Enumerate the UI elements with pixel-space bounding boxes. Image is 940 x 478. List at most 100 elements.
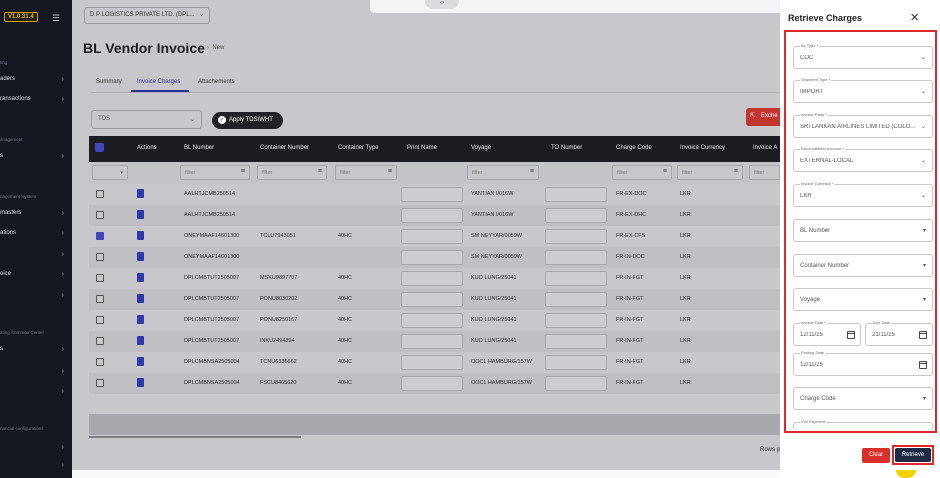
table-row[interactable]: AALHTJCMB250514 YANTIAN I/016W FR-EX-DHC… (89, 205, 780, 226)
to-number-input[interactable] (545, 187, 607, 202)
bl-type-select[interactable]: BL Type * COC ⌄ (793, 43, 933, 69)
row-checkbox[interactable] (96, 337, 104, 345)
table-row[interactable]: DPLCMBTUT2505007 MSKU9897707 40HC KUO LU… (89, 268, 780, 289)
table-row[interactable]: DPLCMBNSA2505004 FSCU8465620 40HC OOCL H… (89, 373, 780, 394)
calendar-icon[interactable] (919, 331, 927, 339)
print-name-input[interactable] (401, 250, 463, 265)
print-name-input[interactable] (401, 208, 463, 223)
voyage-filter[interactable]: filter ≡ (467, 165, 539, 180)
tab-invoice-charges[interactable]: Invoice Charges (137, 79, 180, 85)
invoice-currency-filter[interactable]: filter ≡ (677, 165, 743, 180)
expand-icon[interactable]: ‹› (425, 0, 459, 9)
document-icon[interactable] (137, 189, 144, 198)
row-checkbox[interactable] (96, 358, 104, 366)
invoice-amount-filter[interactable]: filter (749, 165, 780, 180)
column-header[interactable]: BL Number (184, 145, 214, 151)
sidebar-item[interactable]: s › (0, 153, 72, 160)
horizontal-scrollbar[interactable] (89, 436, 301, 438)
select-all-checkbox[interactable] (95, 143, 104, 152)
to-number-input[interactable] (545, 250, 607, 265)
bl-number-filter[interactable]: filter ≡ (180, 165, 250, 180)
row-checkbox[interactable] (96, 274, 104, 282)
calendar-icon[interactable] (847, 331, 855, 339)
document-icon[interactable] (137, 336, 144, 345)
retrieve-button[interactable]: Retrieve (895, 448, 931, 462)
row-checkbox[interactable] (96, 190, 104, 198)
row-checkbox[interactable] (96, 211, 104, 219)
due-date-field[interactable]: Due Date 21/11/25 (865, 320, 933, 346)
close-icon[interactable]: ✕ (910, 11, 919, 24)
column-header[interactable]: Container Type (338, 145, 379, 151)
print-name-input[interactable] (401, 292, 463, 307)
table-row[interactable]: ONEYMAAF14601300 SM NEYYAR/0059W FR-IN-D… (89, 247, 780, 268)
tds-select[interactable]: TDS ⌄ (91, 110, 202, 129)
row-select-filter[interactable]: ▾ (92, 165, 128, 180)
row-checkbox[interactable] (96, 295, 104, 303)
to-number-input[interactable] (545, 208, 607, 223)
print-name-input[interactable] (401, 355, 463, 370)
to-number-input[interactable] (545, 355, 607, 370)
print-name-input[interactable] (401, 376, 463, 391)
print-name-input[interactable] (401, 187, 463, 202)
document-icon[interactable] (137, 210, 144, 219)
document-icon[interactable] (137, 315, 144, 324)
to-number-input[interactable] (545, 271, 607, 286)
column-header[interactable]: Voyage (471, 145, 491, 151)
column-header[interactable]: Invoice Currency (680, 145, 725, 151)
sidebar-item[interactable]: aders › (0, 76, 72, 83)
document-icon[interactable] (137, 252, 144, 261)
row-checkbox[interactable] (96, 253, 104, 261)
to-number-input[interactable] (545, 334, 607, 349)
container-type-filter[interactable]: filter ≡ (335, 165, 397, 180)
table-row[interactable]: DPLCMBTUT2505007 PONU8250167 40HC KUO LU… (89, 310, 780, 331)
invoice-currency-select[interactable]: Invoice Currency * LKR ⌄ (793, 181, 933, 207)
shipment-type-select[interactable]: Shipment Type * IMPORT ⌄ (793, 77, 933, 103)
sidebar-item[interactable]: ations › (0, 230, 72, 237)
print-name-input[interactable] (401, 271, 463, 286)
row-checkbox[interactable] (96, 316, 104, 324)
document-icon[interactable] (137, 231, 144, 240)
voyage-select[interactable]: Voyage ▾ (793, 288, 933, 311)
table-row[interactable]: DPLCMBTUT2505007 PONU8030202 40HC KUO LU… (89, 289, 780, 310)
to-number-input[interactable] (545, 313, 607, 328)
container-number-filter[interactable]: filter ≡ (257, 165, 327, 180)
sidebar-item[interactable]: s › (0, 346, 72, 353)
column-header[interactable]: Charge Code (616, 145, 652, 151)
document-icon[interactable] (137, 357, 144, 366)
table-row[interactable]: AALHTJCMB250514 YANTIAN I/016W FR-EX-DOC… (89, 184, 780, 205)
row-checkbox[interactable] (96, 232, 104, 240)
sidebar-item[interactable]: ransactions › (0, 96, 72, 103)
document-icon[interactable] (137, 273, 144, 282)
row-checkbox[interactable] (96, 379, 104, 387)
print-name-input[interactable] (401, 334, 463, 349)
to-number-input[interactable] (545, 376, 607, 391)
sidebar-item[interactable]: oice › (0, 271, 72, 278)
clear-button[interactable]: Clear (862, 448, 890, 463)
container-number-select[interactable]: Container Number ▾ (793, 254, 933, 277)
charge-code-filter[interactable]: filter ≡ (612, 165, 672, 180)
invoice-date-field[interactable]: Invoice Date * 12/11/25 (793, 320, 861, 346)
invoice-party-select[interactable]: Invoice Party * SRI LANKAN AIRLINES LIMI… (793, 112, 933, 138)
tab-summary[interactable]: Summary (96, 79, 122, 85)
reconciliation-account-select[interactable]: Reconciliation Account * EXTERNAL-LOCAL … (793, 146, 933, 172)
calendar-icon[interactable] (919, 361, 927, 369)
tab-attachements[interactable]: Attachements (198, 79, 235, 85)
iou-payment-select[interactable]: IOU Payment (793, 419, 933, 430)
column-header[interactable]: Container Number (260, 145, 309, 151)
sidebar-item[interactable]: masters › (0, 210, 72, 217)
bl-number-select[interactable]: BL Number ▾ (793, 219, 933, 242)
table-row[interactable]: DPLCMBTUT2505007 INKU2494394 40HC KUO LU… (89, 331, 780, 352)
table-row[interactable]: DPLCMBNSA2505004 TCNU6336662 40HC OOCL H… (89, 352, 780, 373)
company-select[interactable]: D P LOGISTICS PRIVATE LTD. (DPL... ⌄ (84, 7, 210, 24)
column-header[interactable]: Invoice A (753, 145, 777, 151)
posting-date-field[interactable]: Posting Date 12/11/25 (793, 350, 933, 376)
export-button[interactable]: ⇱ Exche (746, 108, 780, 126)
print-name-input[interactable] (401, 313, 463, 328)
to-number-input[interactable] (545, 292, 607, 307)
column-header[interactable]: TO Number (551, 145, 582, 151)
document-icon[interactable] (137, 294, 144, 303)
apply-tds-button[interactable]: ✓ Apply TDS/WHT (212, 112, 283, 129)
charge-code-select[interactable]: Charge Code ▾ (793, 387, 933, 410)
table-row[interactable]: ONEYMAAF14601300 TCLU7943051 40HC SM NEY… (89, 226, 780, 247)
menu-icon[interactable]: ☰ (52, 13, 60, 24)
